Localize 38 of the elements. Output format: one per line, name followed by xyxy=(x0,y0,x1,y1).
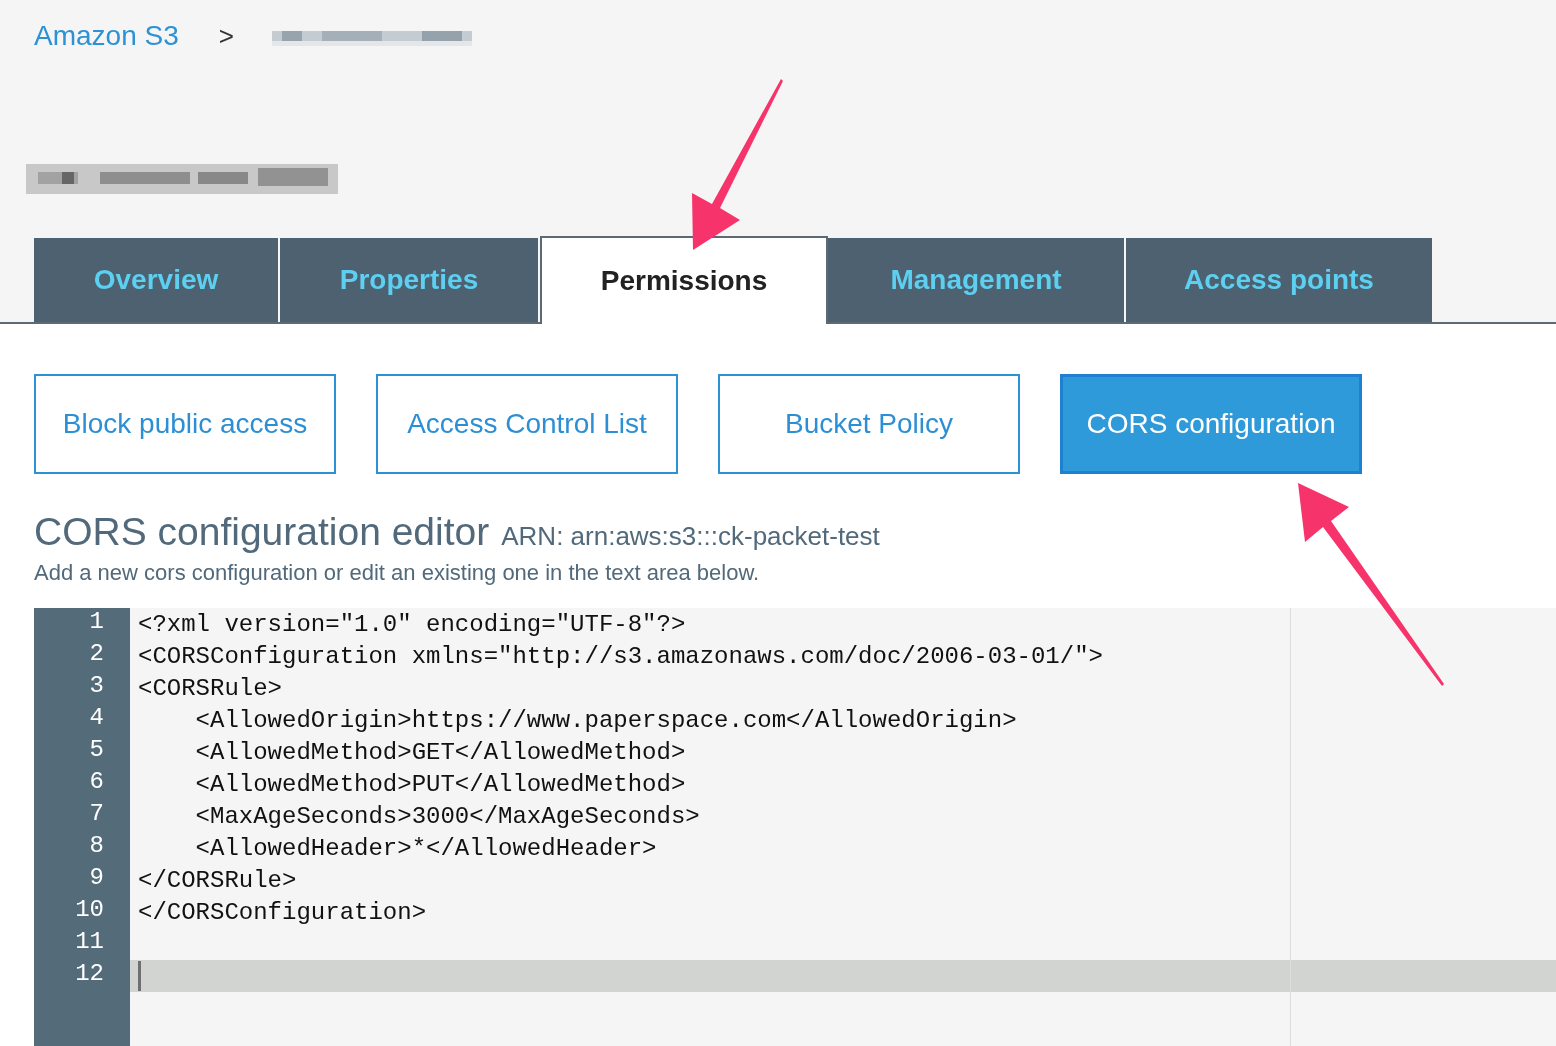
line-number: 6 xyxy=(88,768,105,797)
code-line: </CORSRule> xyxy=(138,866,297,894)
line-number: 11 xyxy=(74,928,105,957)
code-line: <AllowedOrigin>https://www.paperspace.com</AllowedOrigin> xyxy=(194,706,1017,734)
line-number: 10 xyxy=(74,896,105,925)
line-number: 5 xyxy=(88,736,105,765)
section-button[interactable]: Block public access xyxy=(34,374,336,474)
section-button[interactable]: Access Control List xyxy=(376,374,678,474)
line-number: 1 xyxy=(88,608,105,637)
line-number: 8 xyxy=(88,832,105,861)
tab[interactable]: Management xyxy=(828,238,1126,322)
breadcrumb-link[interactable]: Amazon S3 xyxy=(34,20,179,52)
tab[interactable]: Properties xyxy=(280,238,540,322)
line-number: 12 xyxy=(74,960,105,989)
editor-title: CORS configuration editor xyxy=(34,510,490,554)
code-line: <CORSConfiguration xmlns="http://s3.amazonaws.com/doc/2006-03-01/"> xyxy=(138,642,1103,670)
code-line: <CORSRule> xyxy=(138,674,283,702)
code-line: <MaxAgeSeconds>3000</MaxAgeSeconds> xyxy=(194,802,700,830)
code-line: <AllowedMethod>GET</AllowedMethod> xyxy=(194,738,686,766)
section-button[interactable]: Bucket Policy xyxy=(718,374,1020,474)
tab[interactable]: Overview xyxy=(34,238,280,322)
tab[interactable]: Permissions xyxy=(540,236,828,324)
breadcrumb-separator: > xyxy=(218,20,234,52)
line-number: 3 xyxy=(88,672,105,701)
code-line: <AllowedMethod>PUT</AllowedMethod> xyxy=(194,770,686,798)
line-number: 9 xyxy=(88,864,105,893)
line-number: 4 xyxy=(88,704,105,733)
arn-text: ARN: arn:aws:s3:::ck-packet-test xyxy=(501,521,880,552)
line-number: 7 xyxy=(88,800,105,829)
text-cursor xyxy=(138,961,141,991)
section-button[interactable]: CORS configuration xyxy=(1060,374,1362,474)
code-line: </CORSConfiguration> xyxy=(138,898,427,926)
code-editor[interactable] xyxy=(34,608,1556,1046)
tab[interactable]: Access points xyxy=(1126,238,1434,322)
code-line: <AllowedHeader>*</AllowedHeader> xyxy=(194,834,657,862)
editor-description: Add a new cors configuration or edit an existing one in the text area below. xyxy=(34,560,761,586)
line-number: 2 xyxy=(88,640,105,669)
code-line: <?xml version="1.0" encoding="UTF-8"?> xyxy=(138,610,686,638)
